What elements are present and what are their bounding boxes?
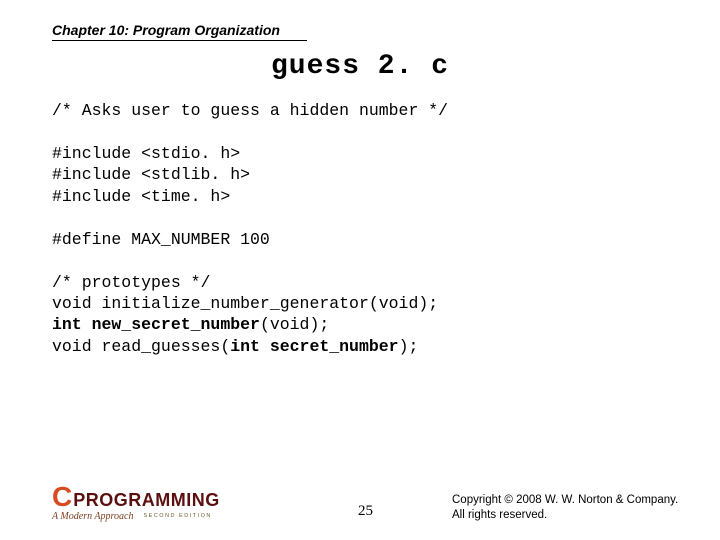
code-line: (void); [260, 315, 329, 334]
copyright-line2: All rights reserved. [452, 509, 547, 521]
code-line: #include <stdlib. h> [52, 165, 250, 184]
logo-modern-approach: A Modern Approach [52, 512, 133, 522]
page-number: 25 [358, 503, 373, 520]
code-bold: int new_secret_number [52, 315, 260, 334]
code-block: /* Asks user to guess a hidden number */… [52, 100, 668, 357]
code-line: #include <stdio. h> [52, 144, 240, 163]
slide: Chapter 10: Program Organization guess 2… [0, 0, 720, 540]
code-line: void initialize_number_generator(void); [52, 294, 438, 313]
chapter-heading: Chapter 10: Program Organization [52, 22, 668, 38]
logo-subtitle: A Modern Approach SECOND EDITION [52, 512, 220, 522]
code-line: void read_guesses( [52, 337, 230, 356]
divider [52, 40, 307, 41]
footer: C PROGRAMMING A Modern Approach SECOND E… [52, 483, 690, 522]
copyright-line1: Copyright © 2008 W. W. Norton & Company. [452, 494, 678, 506]
code-line: /* Asks user to guess a hidden number */ [52, 101, 448, 120]
logo-c: C [52, 483, 71, 511]
book-logo: C PROGRAMMING A Modern Approach SECOND E… [52, 483, 220, 522]
slide-title: guess 2. c [52, 51, 668, 82]
logo-edition: SECOND EDITION [143, 514, 211, 520]
copyright: Copyright © 2008 W. W. Norton & Company.… [452, 493, 678, 522]
code-line: ); [399, 337, 419, 356]
logo-title: C PROGRAMMING [52, 483, 220, 511]
code-line: #include <time. h> [52, 187, 230, 206]
logo-programming: PROGRAMMING [73, 491, 220, 509]
code-line: #define MAX_NUMBER 100 [52, 230, 270, 249]
code-line: /* prototypes */ [52, 273, 210, 292]
code-bold: int secret_number [230, 337, 398, 356]
